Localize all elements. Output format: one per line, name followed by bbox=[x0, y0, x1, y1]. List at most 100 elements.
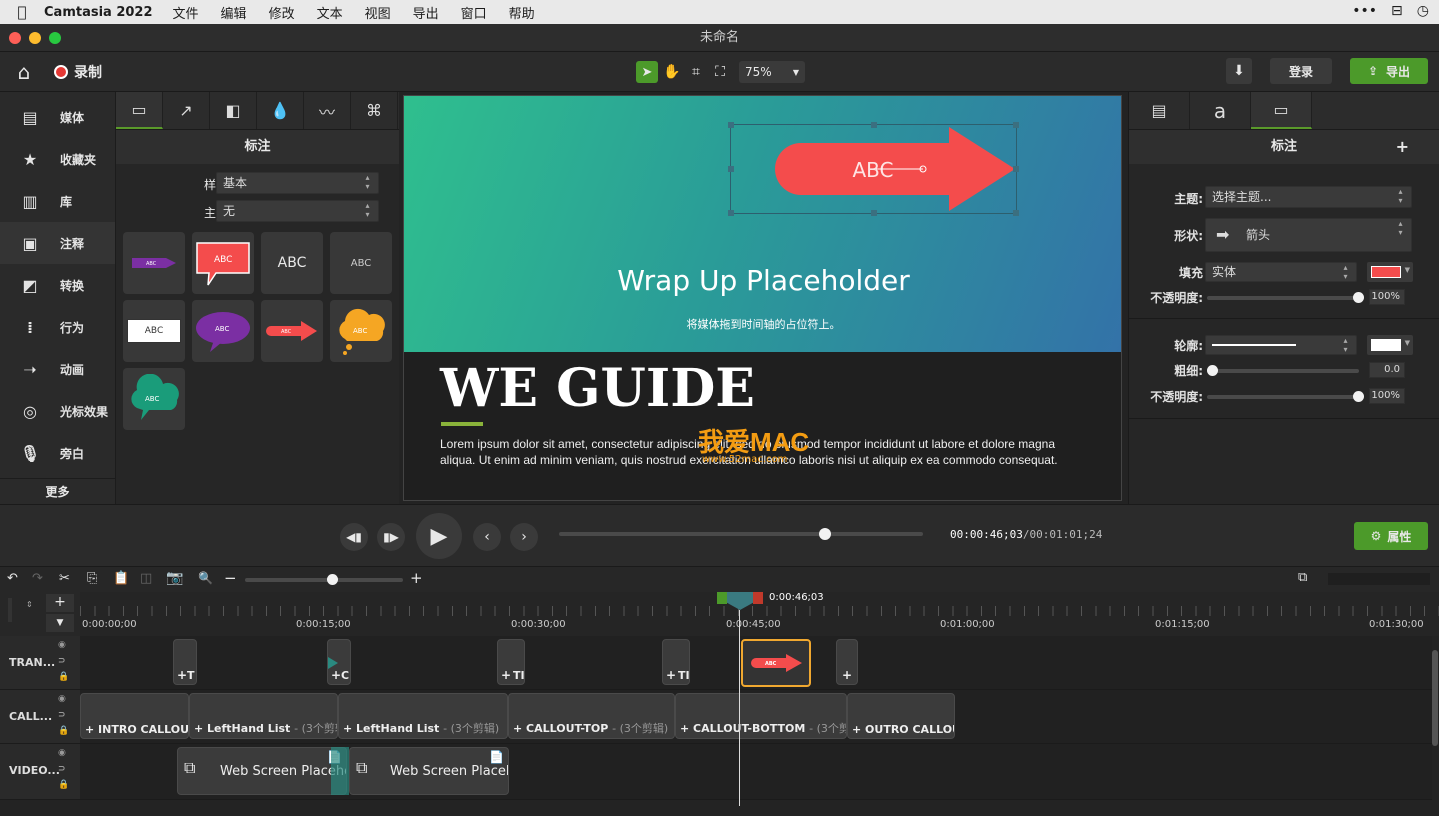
video-placeholder-clip[interactable]: ⧉ Web Screen Placeholder 📄 bbox=[177, 747, 347, 795]
up-down-icon[interactable]: ⇕ bbox=[26, 600, 33, 609]
step-back-icon[interactable]: ◀▮ bbox=[340, 523, 368, 551]
resize-handle[interactable] bbox=[728, 166, 734, 172]
lock-icon[interactable]: 🔒 bbox=[58, 672, 69, 682]
link-icon[interactable]: ⊃ bbox=[58, 764, 66, 774]
eye-icon[interactable]: ◉ bbox=[58, 640, 66, 650]
minimize-window-button[interactable] bbox=[29, 32, 41, 44]
in-point-marker[interactable] bbox=[717, 592, 727, 604]
copy-icon[interactable]: ⎘ bbox=[87, 571, 97, 586]
zoom-select[interactable]: 75% ▼ bbox=[739, 61, 805, 83]
preview-canvas[interactable]: ABC Wrap Up Placeholder 将媒体拖到时间轴的占位符上。 W… bbox=[403, 95, 1122, 501]
callout-group-clip[interactable]: + LeftHand List - (3个剪辑) bbox=[338, 693, 508, 739]
callout-props-tab-icon[interactable]: ▭ bbox=[1251, 92, 1312, 129]
callout-group-clip[interactable]: + INTRO CALLOUT bbox=[80, 693, 189, 739]
nav-behaviors[interactable]: ⁞ 行为 bbox=[0, 306, 115, 348]
add-icon[interactable]: + bbox=[331, 668, 341, 682]
transition-clip[interactable]: + bbox=[836, 639, 858, 685]
track-header-callouts[interactable]: CALL... ◉ ⊃ 🔒 bbox=[0, 690, 80, 744]
menu-view[interactable]: 视图 bbox=[365, 3, 391, 22]
callout-tab-icon[interactable]: ▭ bbox=[116, 92, 163, 129]
add-icon[interactable]: + bbox=[501, 668, 511, 682]
add-icon[interactable]: + bbox=[842, 668, 852, 682]
home-icon[interactable]: ⌂ bbox=[12, 60, 36, 84]
shape-tab-icon[interactable]: ◧ bbox=[210, 92, 257, 129]
eye-icon[interactable]: ◉ bbox=[58, 694, 66, 704]
theme-prop-select[interactable]: 选择主题... bbox=[1205, 186, 1412, 208]
blur-tab-icon[interactable]: 💧 bbox=[257, 92, 304, 129]
timeline-ruler[interactable]: 0:00:00;00 0:00:15;00 0:00:30;00 0:00:45… bbox=[80, 592, 1439, 636]
zoom-out-icon[interactable]: − bbox=[224, 569, 237, 587]
scrubber-knob[interactable] bbox=[818, 528, 831, 540]
text-props-tab-icon[interactable]: a bbox=[1190, 92, 1251, 129]
callout-tile-text-large[interactable]: ABC bbox=[261, 232, 323, 294]
select-tool-icon[interactable]: ➤ bbox=[636, 61, 658, 83]
timeline-vertical-scrollbar[interactable] bbox=[1432, 650, 1438, 746]
menu-edit[interactable]: 编辑 bbox=[221, 3, 247, 22]
outline-opacity-value[interactable]: 100% bbox=[1369, 388, 1405, 404]
apple-icon[interactable]:  bbox=[0, 3, 44, 21]
callout-tile-yellow-cloud[interactable]: ABC bbox=[330, 300, 392, 362]
outline-opacity-slider-knob[interactable] bbox=[1353, 391, 1364, 402]
eye-icon[interactable]: ◉ bbox=[58, 748, 66, 758]
resize-handle[interactable] bbox=[728, 122, 734, 128]
chevron-down-icon[interactable]: ▼ bbox=[46, 614, 74, 632]
menu-file[interactable]: 文件 bbox=[173, 3, 199, 22]
add-icon[interactable]: + bbox=[177, 668, 187, 682]
timeline-zoom-slider[interactable] bbox=[245, 574, 403, 585]
add-icon[interactable]: + bbox=[666, 668, 676, 682]
sketch-tab-icon[interactable]: 〰 bbox=[304, 92, 351, 129]
callout-tile-text-small[interactable]: ABC bbox=[330, 232, 392, 294]
opacity-value[interactable]: 100% bbox=[1369, 289, 1405, 305]
menu-modify[interactable]: 修改 bbox=[269, 3, 295, 22]
timeline-overview[interactable] bbox=[1328, 573, 1430, 585]
play-icon[interactable]: ▶ bbox=[416, 513, 462, 559]
zoom-search-icon[interactable]: 🔍 bbox=[198, 571, 213, 585]
link-icon[interactable]: ⊃ bbox=[58, 656, 66, 666]
callout-selection-box[interactable]: ABC bbox=[728, 122, 1019, 216]
split-icon[interactable]: ◫ bbox=[140, 571, 152, 586]
thickness-slider[interactable] bbox=[1207, 365, 1359, 376]
menu-window[interactable]: 窗口 bbox=[461, 3, 487, 22]
fill-color-picker[interactable]: ▼ bbox=[1367, 262, 1413, 282]
redo-icon[interactable]: ↷ bbox=[32, 571, 43, 586]
nav-transitions[interactable]: ◩ 转换 bbox=[0, 264, 115, 306]
nav-animations[interactable]: ➝ 动画 bbox=[0, 348, 115, 390]
detach-timeline-icon[interactable]: ⧉ bbox=[1298, 570, 1307, 585]
thickness-slider-knob[interactable] bbox=[1207, 365, 1218, 376]
arrow-tab-icon[interactable]: ↗ bbox=[163, 92, 210, 129]
thickness-value[interactable]: 0.0 bbox=[1369, 362, 1405, 378]
lock-icon[interactable]: 🔒 bbox=[58, 726, 69, 736]
menu-text[interactable]: 文本 bbox=[317, 3, 343, 22]
link-icon[interactable]: ⊃ bbox=[58, 710, 66, 720]
callout-tile-white-box[interactable]: ABC bbox=[123, 300, 185, 362]
zoom-in-icon[interactable]: + bbox=[410, 569, 423, 587]
menu-help[interactable]: 帮助 bbox=[509, 3, 535, 22]
callout-group-clip[interactable]: + LeftHand List - (3个剪辑) bbox=[189, 693, 338, 739]
selected-callout-clip[interactable]: ABC bbox=[741, 639, 811, 687]
nav-cursor-effects[interactable]: ◎ 光标效果 bbox=[0, 390, 115, 432]
zoom-window-button[interactable] bbox=[49, 32, 61, 44]
record-button[interactable]: 录制 bbox=[54, 60, 114, 84]
video-placeholder-clip[interactable]: ⧉ Web Screen Placeholder 📄 bbox=[349, 747, 509, 795]
export-button[interactable]: ⇪ 导出 bbox=[1350, 58, 1428, 84]
resize-handle[interactable] bbox=[1013, 166, 1019, 172]
resize-handle[interactable] bbox=[871, 122, 877, 128]
resize-handle[interactable] bbox=[1013, 122, 1019, 128]
app-name-menu[interactable]: Camtasia 2022 bbox=[44, 5, 153, 20]
transition-clip[interactable]: T + bbox=[173, 639, 197, 685]
callout-tile-purple-arrow[interactable]: ABC bbox=[123, 232, 185, 294]
style-select[interactable]: 基本 bbox=[216, 172, 379, 194]
login-button[interactable]: 登录 bbox=[1270, 58, 1332, 84]
shape-prop-select[interactable]: ➡ 箭头 bbox=[1205, 218, 1412, 252]
add-track-icon[interactable]: + bbox=[46, 594, 74, 612]
callout-group-clip[interactable]: + CALLOUT-TOP - (3个剪辑) bbox=[508, 693, 675, 739]
clock-icon[interactable]: ◷ bbox=[1417, 3, 1429, 19]
fill-type-select[interactable]: 实体 bbox=[1205, 262, 1357, 282]
pan-tool-icon[interactable]: ✋ bbox=[661, 61, 683, 83]
track-header-transitions[interactable]: TRAN... ◉ ⊃ 🔒 bbox=[0, 636, 80, 690]
opacity-slider[interactable] bbox=[1207, 292, 1364, 303]
transition-clip[interactable]: TI + bbox=[497, 639, 525, 685]
opacity-slider-knob[interactable] bbox=[1353, 292, 1364, 303]
callout-group-clip[interactable]: + OUTRO CALLOUT bbox=[847, 693, 955, 739]
transition-clip[interactable]: TI + bbox=[662, 639, 690, 685]
